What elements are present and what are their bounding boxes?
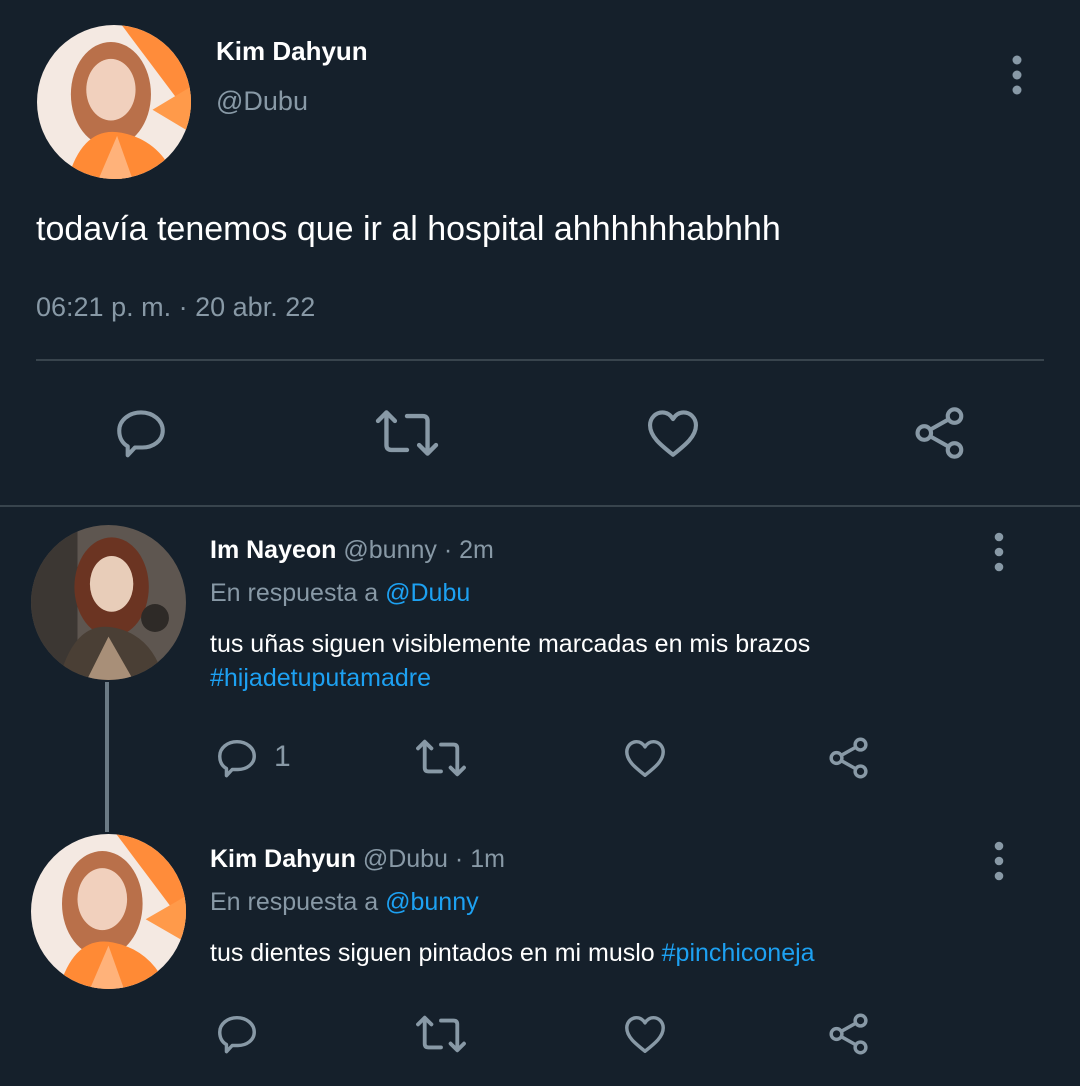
divider (0, 505, 1080, 507)
share-icon[interactable] (910, 404, 970, 462)
retweet-icon[interactable] (413, 735, 469, 781)
meta-separator: · (443, 536, 453, 564)
retweet-icon[interactable] (372, 404, 442, 462)
tweet-time[interactable]: 2m (459, 536, 494, 564)
divider (36, 359, 1044, 361)
hashtag-link[interactable]: #hijadetuputamadre (210, 661, 1050, 695)
tweet-text: tus dientes siguen pintados en mi muslo … (210, 936, 1050, 970)
tweet-text: tus uñas siguen visiblemente marcadas en… (210, 627, 1050, 695)
retweet-icon[interactable] (413, 1011, 469, 1057)
more-options-icon[interactable] (984, 841, 1014, 881)
avatar-image (31, 525, 186, 680)
reply-icon[interactable] (213, 1011, 261, 1057)
tweet-text-body: tus uñas siguen visiblemente marcadas en… (210, 630, 811, 658)
replying-to: En respuesta a @Dubu (210, 579, 470, 608)
replying-to-label: En respuesta a (210, 579, 379, 607)
share-icon[interactable] (825, 1011, 873, 1057)
main-tweet: Kim Dahyun @Dubu todavía tenemos que ir … (0, 0, 1080, 506)
replying-to-handle-link[interactable]: @Dubu (385, 579, 470, 607)
avatar[interactable] (37, 25, 191, 179)
author-handle[interactable]: @bunny (343, 536, 437, 564)
tweet-text-body: tus dientes siguen pintados en mi muslo (210, 939, 655, 967)
avatar-image (31, 834, 186, 989)
replying-to: En respuesta a @bunny (210, 888, 479, 917)
like-icon[interactable] (643, 404, 703, 462)
meta-separator: · (178, 292, 188, 322)
replying-to-label: En respuesta a (210, 888, 379, 916)
reply-icon[interactable] (213, 735, 261, 781)
meta-separator: · (454, 845, 464, 873)
author-name[interactable]: Kim Dahyun (210, 845, 356, 873)
share-icon[interactable] (825, 735, 873, 781)
tweet-time: 06:21 p. m. (36, 292, 172, 322)
tweet-thread-page: Kim Dahyun @Dubu todavía tenemos que ir … (0, 0, 1080, 1086)
like-icon[interactable] (621, 735, 669, 781)
author-handle[interactable]: @Dubu (216, 86, 308, 117)
thread-connector-line (105, 682, 109, 832)
author-name[interactable]: Im Nayeon (210, 536, 336, 564)
tweet-time[interactable]: 1m (470, 845, 505, 873)
author-name[interactable]: Kim Dahyun (216, 36, 368, 67)
avatar[interactable] (31, 834, 186, 989)
avatar-image (37, 25, 191, 179)
tweet-timestamp[interactable]: 06:21 p. m. · 20 abr. 22 (36, 292, 315, 323)
more-options-icon[interactable] (1000, 54, 1034, 96)
tweet-text: todavía tenemos que ir al hospital ahhhh… (36, 210, 781, 248)
avatar[interactable] (31, 525, 186, 680)
more-options-icon[interactable] (984, 532, 1014, 572)
reply-icon[interactable] (112, 404, 170, 462)
author-handle[interactable]: @Dubu (363, 845, 448, 873)
like-icon[interactable] (621, 1011, 669, 1057)
reply-count: 1 (274, 740, 291, 773)
reply-header: Im Nayeon @bunny · 2m (210, 536, 494, 565)
replying-to-handle-link[interactable]: @bunny (385, 888, 479, 916)
reply-header: Kim Dahyun @Dubu · 1m (210, 845, 505, 874)
tweet-date: 20 abr. 22 (195, 292, 316, 322)
hashtag-link[interactable]: #pinchiconeja (662, 939, 815, 967)
